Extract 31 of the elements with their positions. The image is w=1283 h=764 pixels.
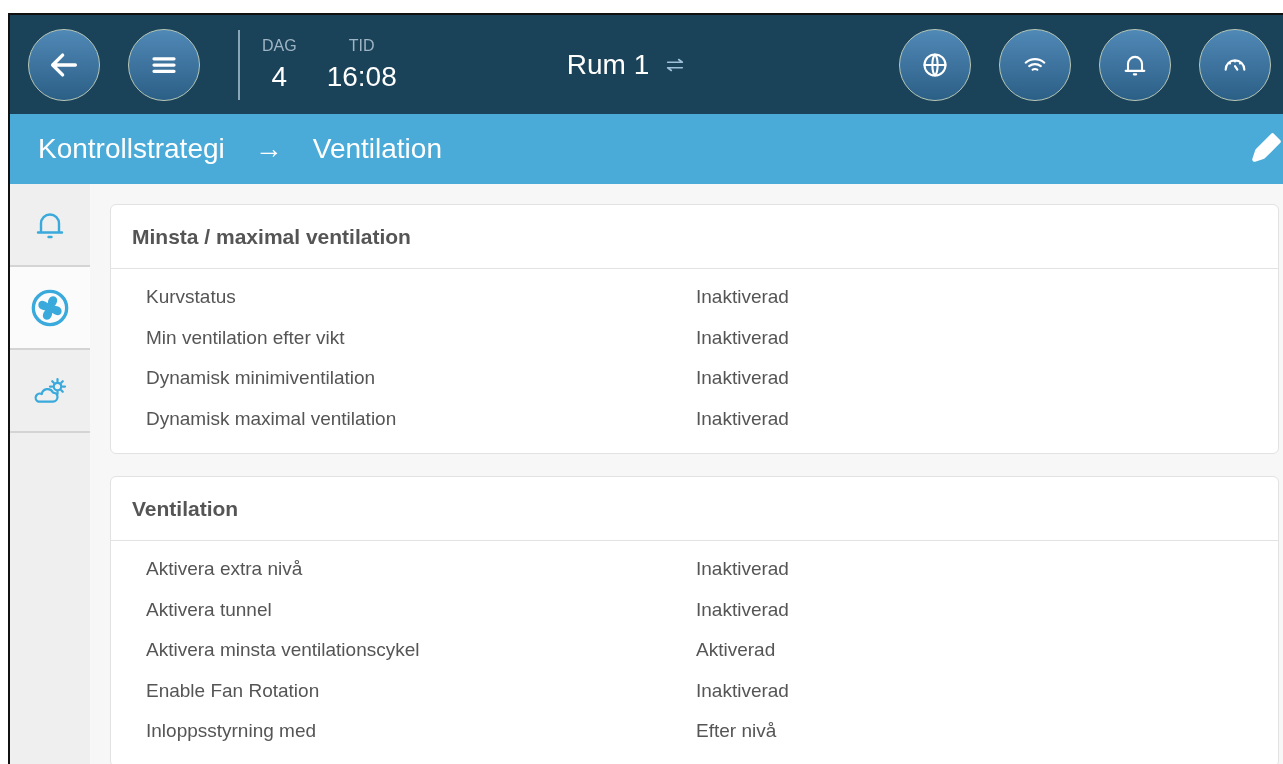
breadcrumb-parent[interactable]: Kontrollstrategi	[38, 133, 225, 165]
setting-value: Aktiverad	[696, 639, 776, 662]
setting-label: Aktivera minsta ventilationscykel	[146, 639, 421, 662]
setting-value: Inaktiverad	[696, 407, 789, 430]
setting-label: Enable Fan Rotation	[146, 679, 321, 702]
setting-label: Dynamisk maximal ventilation	[146, 407, 398, 430]
setting-label: Min ventilation efter vikt	[146, 326, 346, 349]
setting-value: Inaktiverad	[696, 679, 789, 702]
setting-label: Aktivera extra nivå	[146, 558, 304, 581]
time-label: TID	[348, 36, 375, 55]
breadcrumb-current: Ventilation	[312, 133, 442, 165]
room-name: Rum 1	[566, 48, 650, 81]
globe-icon	[921, 50, 949, 79]
sidebar-tab[interactable]	[10, 267, 90, 350]
setting-value: Inaktiverad	[696, 598, 789, 621]
day-value: 4	[271, 60, 288, 93]
setting-value: Inaktiverad	[696, 286, 789, 309]
setting-label: Kurvstatus	[146, 286, 237, 309]
section-title: Minsta / maximal ventilation	[132, 224, 411, 249]
fan-icon	[30, 287, 70, 328]
setting-value: Inaktiverad	[696, 558, 789, 581]
section-title: Ventilation	[132, 496, 239, 521]
setting-label: Dynamisk minimiventilation	[146, 367, 377, 390]
setting-value: Efter nivå	[696, 720, 777, 743]
time-value: 16:08	[326, 60, 397, 93]
setting-label: Inloppsstyrning med	[146, 720, 318, 743]
setting-label: Aktivera tunnel	[146, 598, 273, 621]
setting-value: Inaktiverad	[696, 367, 789, 390]
setting-value: Inaktiverad	[696, 326, 789, 349]
breadcrumb-arrow: →	[254, 133, 283, 165]
day-label: DAG	[262, 36, 297, 55]
